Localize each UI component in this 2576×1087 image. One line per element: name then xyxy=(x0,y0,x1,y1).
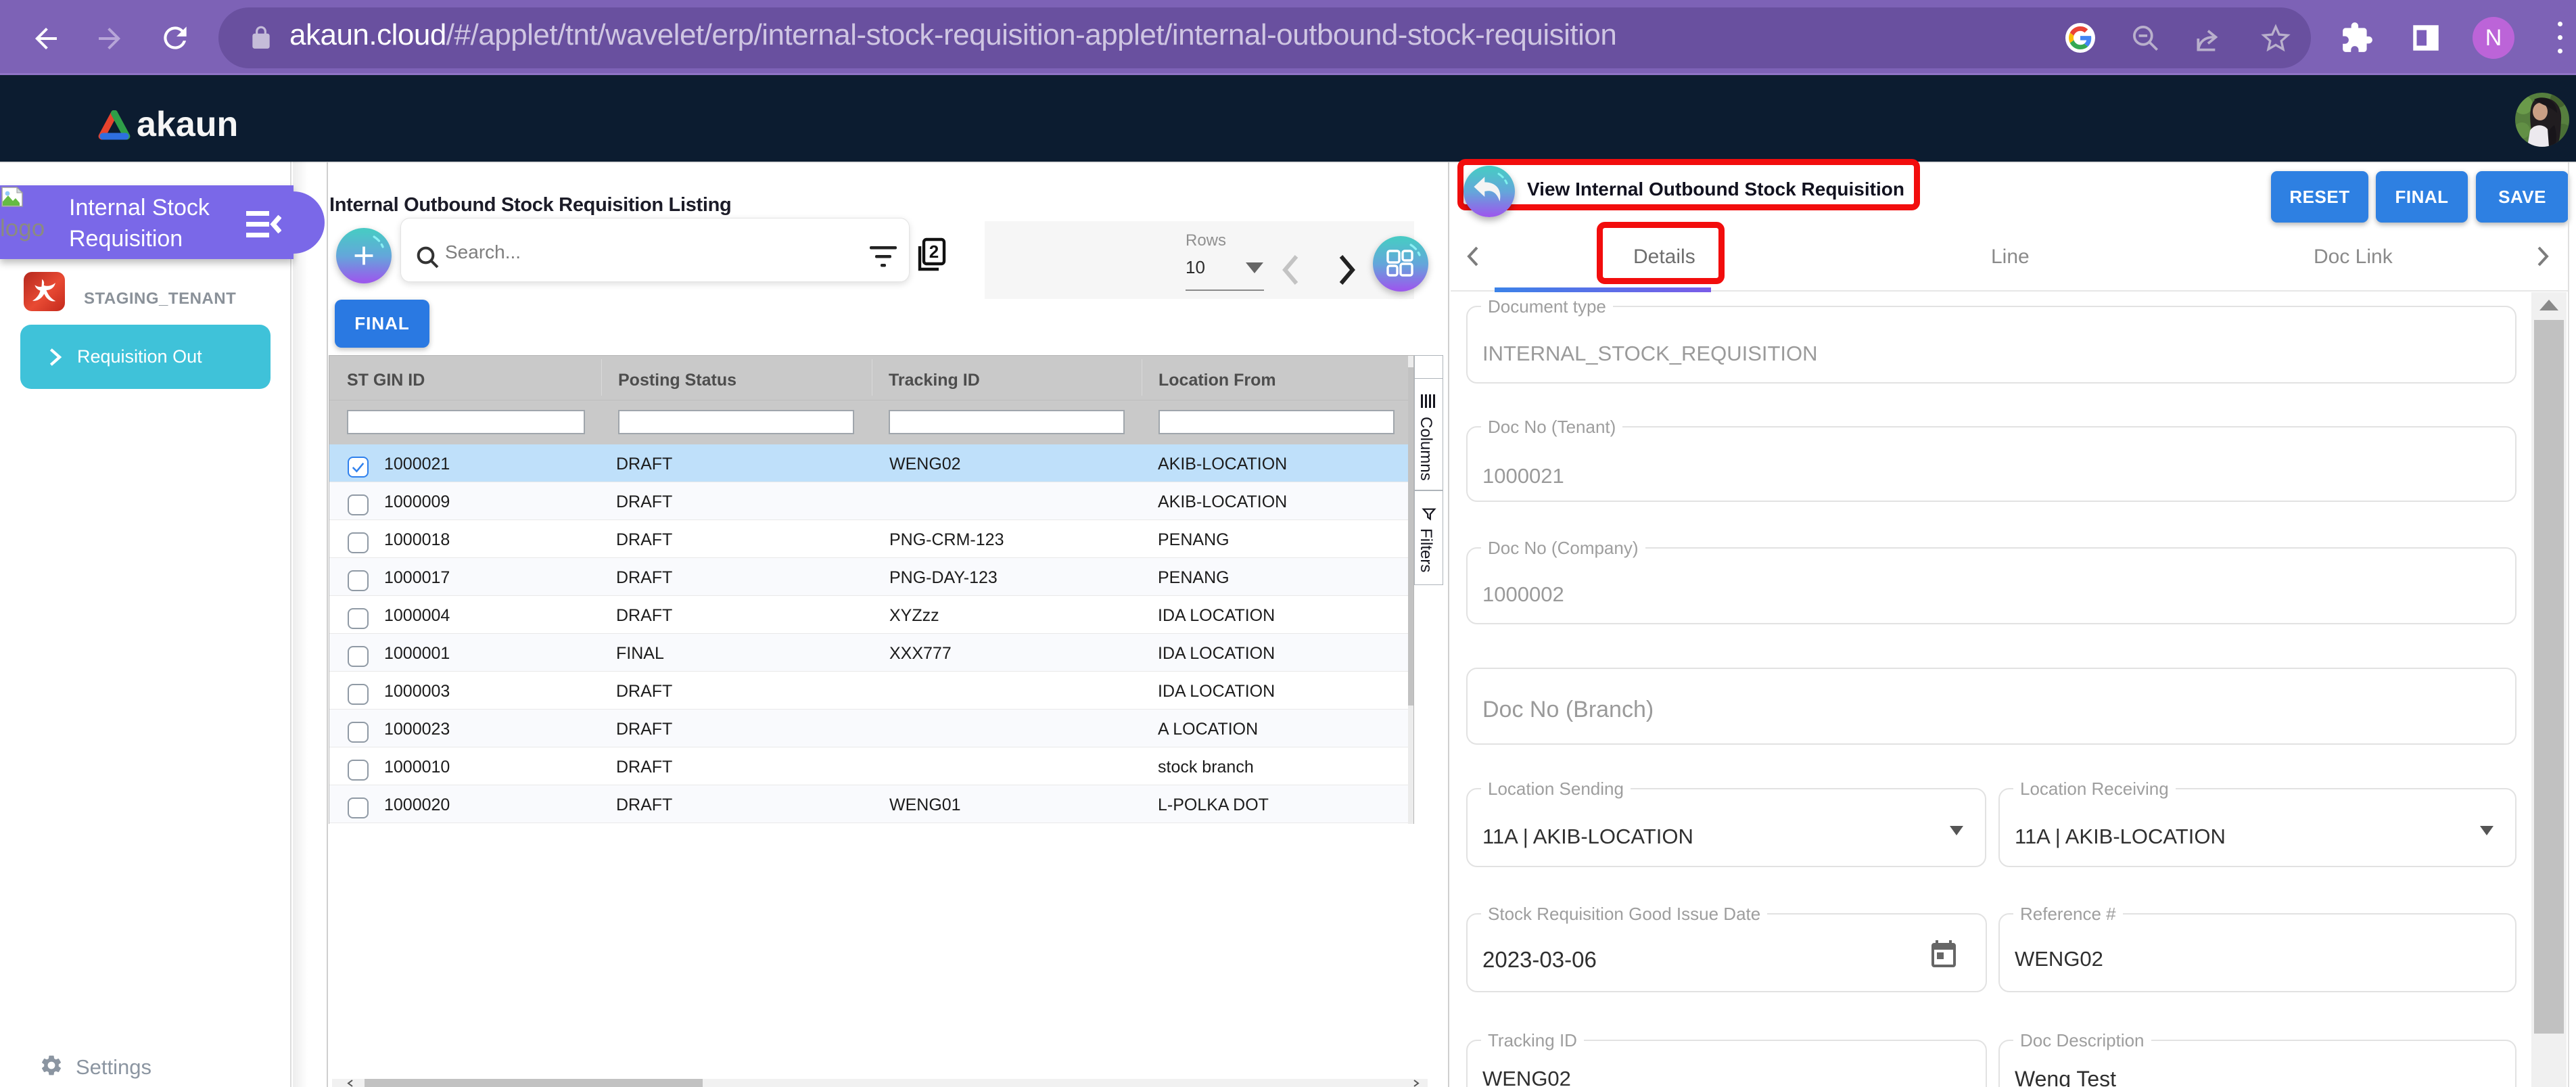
svg-text:2: 2 xyxy=(929,241,939,262)
